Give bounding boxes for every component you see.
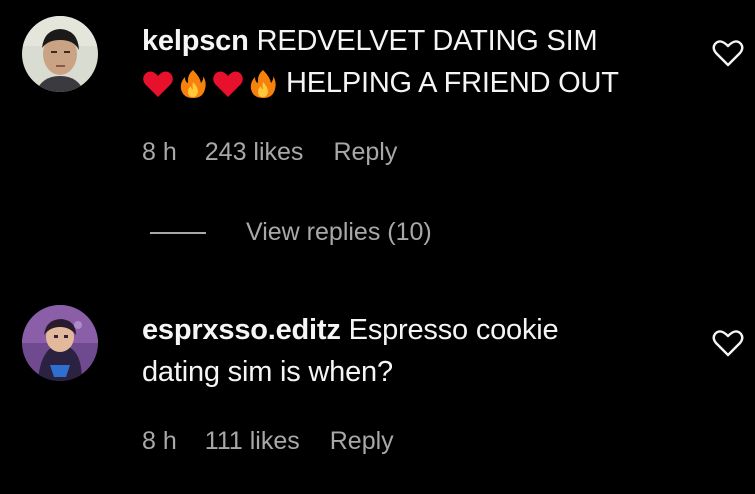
comment-text: kelpscnREDVELVET DATING SIM HELPING A F: [142, 20, 702, 104]
comment-text: esprxsso.editz Espresso cookie dating sim…: [142, 309, 702, 393]
comment-meta: 8 h 243 likes Reply: [142, 138, 397, 167]
red-heart-icon: [143, 71, 173, 98]
comment-likes[interactable]: 243 likes: [205, 138, 304, 167]
comment-time: 8 h: [142, 427, 177, 455]
reply-button[interactable]: Reply: [330, 427, 394, 456]
comment-text-line-1: REDVELVET DATING SIM: [256, 25, 598, 57]
avatar[interactable]: [22, 16, 98, 92]
like-heart-icon[interactable]: [711, 328, 745, 358]
comment-meta: 8 h 111 likes Reply: [142, 427, 394, 456]
comment-likes[interactable]: 111 likes: [205, 427, 300, 456]
comment-time: 8 h: [142, 138, 177, 166]
comment-text-line-1: Espresso cookie: [348, 314, 559, 346]
view-replies-button[interactable]: View replies (10): [150, 218, 432, 247]
divider-line: [150, 231, 206, 234]
view-replies-label[interactable]: View replies (10): [246, 218, 432, 247]
fire-icon: [250, 70, 276, 99]
emoji-group: [142, 69, 276, 99]
fire-icon: [180, 70, 206, 99]
comment-text-line-2: HELPING A FRIEND OUT: [286, 67, 619, 99]
comment-username[interactable]: esprxsso.editz: [142, 314, 341, 346]
comment-text-line-2: dating sim is when?: [142, 356, 393, 388]
avatar[interactable]: [22, 305, 98, 381]
comment-username[interactable]: kelpscn: [142, 25, 249, 57]
red-heart-icon: [213, 71, 243, 98]
like-heart-icon[interactable]: [711, 38, 745, 68]
reply-button[interactable]: Reply: [333, 138, 397, 167]
